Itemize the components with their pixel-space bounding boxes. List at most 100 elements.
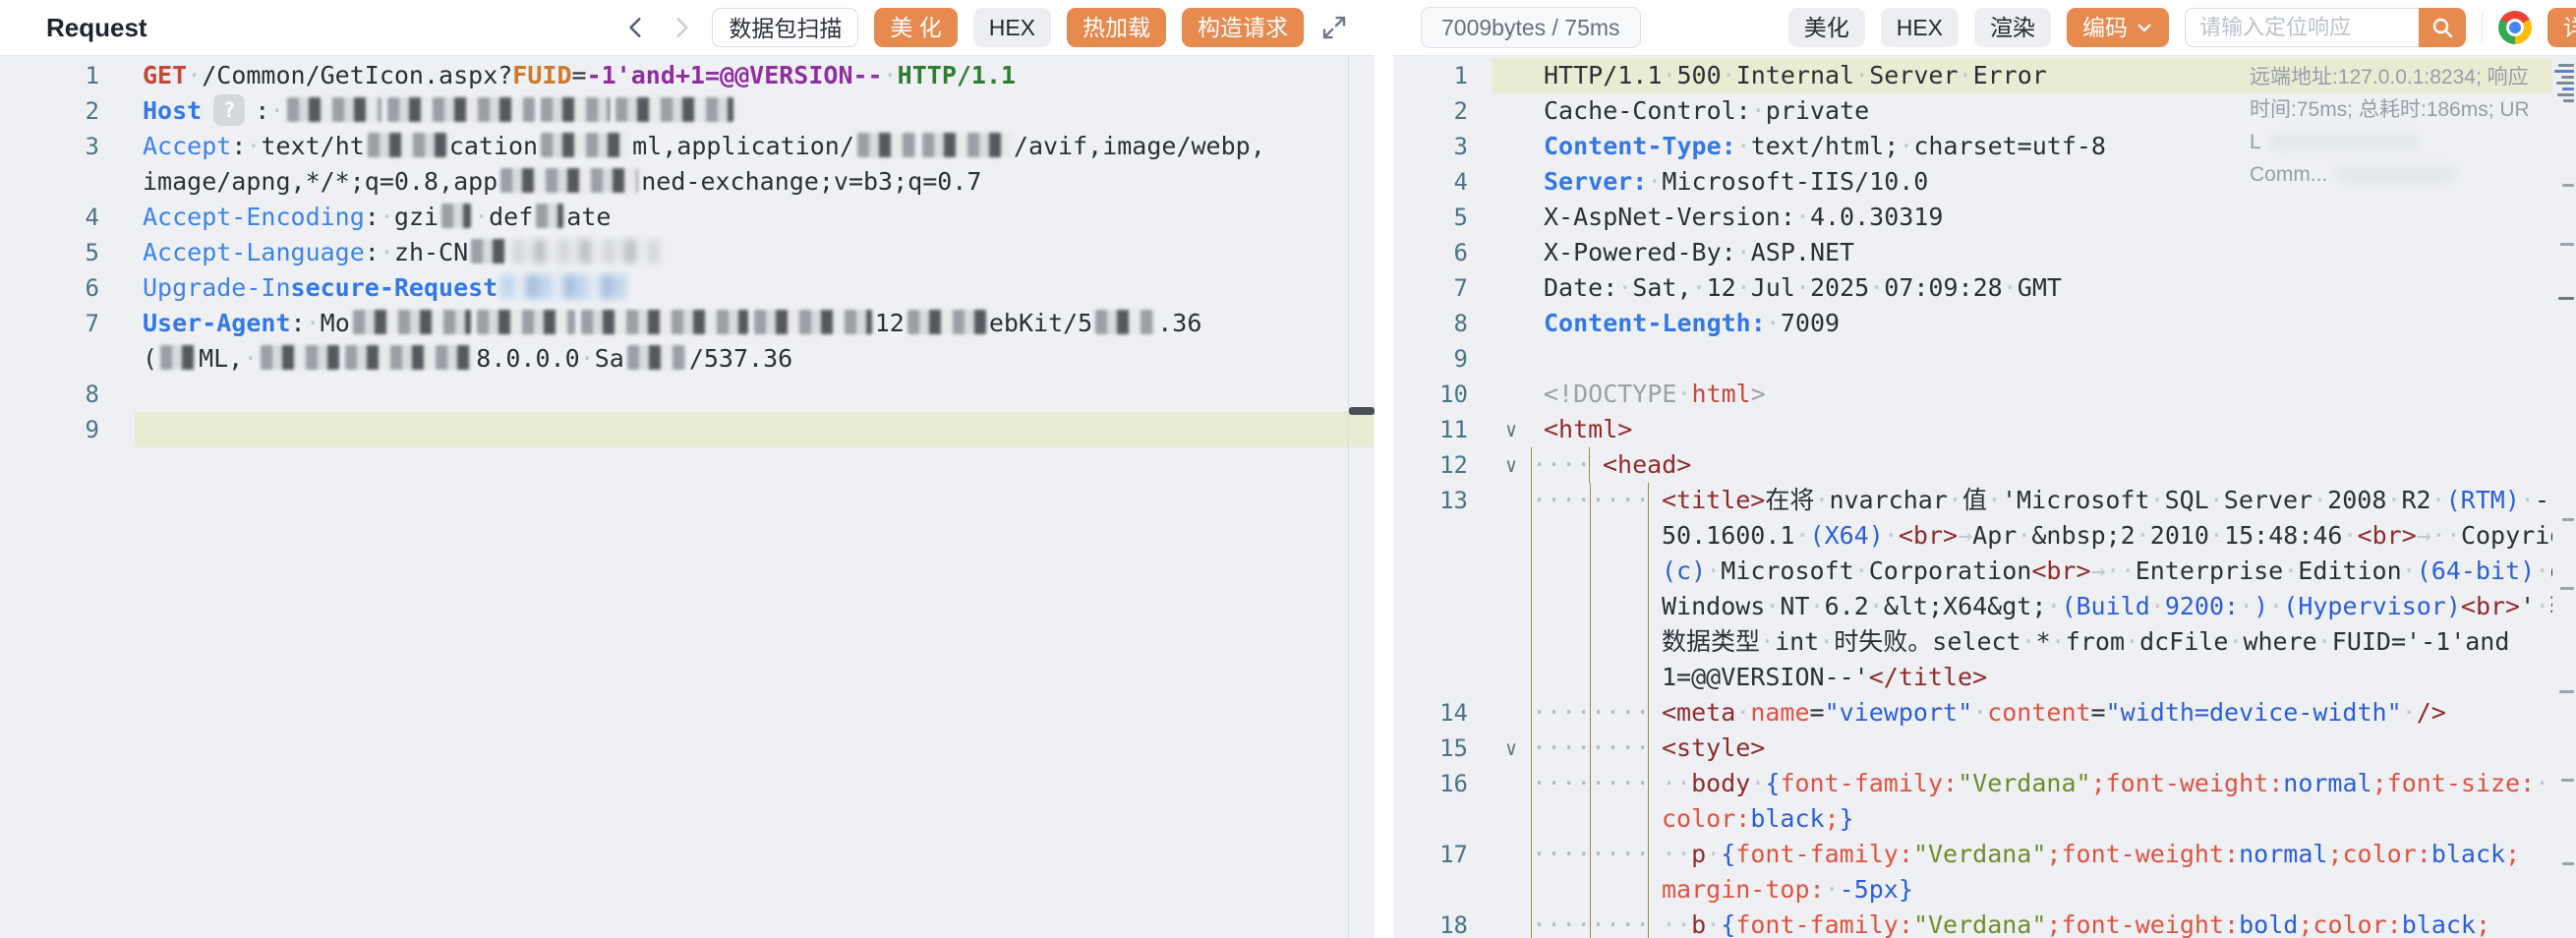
detail-button[interactable]: 详 xyxy=(2547,8,2576,47)
token: private xyxy=(1766,96,1869,125)
redacted-block xyxy=(500,274,628,299)
token: 500 xyxy=(1676,61,1721,89)
fold-chevron-icon[interactable] xyxy=(1492,731,1531,766)
indent-guide xyxy=(1531,837,1590,908)
code-text: <meta·name="viewport"·content="width=dev… xyxy=(1649,695,2576,731)
search-button[interactable] xyxy=(2419,8,2466,47)
token: · xyxy=(2535,557,2549,585)
code-line-4[interactable]: 4Server:·Microsoft-IIS/10.0 xyxy=(1393,164,2576,200)
history-prev-icon[interactable] xyxy=(621,13,651,42)
render-button[interactable]: 渲染 xyxy=(1974,8,2051,47)
token: : xyxy=(1735,804,1750,833)
code-line-13[interactable]: 13<title>在将·nvarchar·值·'Microsoft·SQL·Se… xyxy=(1393,483,2576,695)
token: Internal xyxy=(1736,61,1854,89)
code-line-2[interactable]: 2Host?:· xyxy=(0,93,1375,129)
code-line-3[interactable]: 3Content-Type:·text/html;·charset=utf-8 xyxy=(1393,129,2576,164)
code-line-7[interactable]: 7User-Agent:·Mo12ebKit/5.36(ML,·8.0.0.0·… xyxy=(0,306,1375,377)
packet-scan-button[interactable]: 数据包扫描 xyxy=(712,8,858,47)
code-line-14[interactable]: 14 <meta·name="viewport"·content="width=d… xyxy=(1393,695,2576,731)
code-line-8[interactable]: 8 xyxy=(0,377,1375,412)
token: ' xyxy=(2520,592,2535,620)
indent-guide xyxy=(1590,766,1649,837)
request-title: Request xyxy=(46,13,147,43)
code-line-8[interactable]: 8Content-Length:·7009 xyxy=(1393,306,2576,341)
hex-request-button[interactable]: HEX xyxy=(973,8,1051,47)
token: body xyxy=(1691,769,1750,797)
code-line-5[interactable]: 5Accept-Language:·zh-CN xyxy=(0,235,1375,270)
indent-guide xyxy=(1531,483,1590,695)
indent-guide xyxy=(1590,695,1649,731)
code-text: Host?:· xyxy=(135,93,1375,129)
token: · xyxy=(1706,840,1721,868)
code-line-5[interactable]: 5X-AspNet-Version:·4.0.30319 xyxy=(1393,200,2576,235)
chrome-browser-icon[interactable] xyxy=(2498,11,2532,44)
minimap[interactable] xyxy=(2552,56,2576,938)
code-line-4[interactable]: 4Accept-Encoding:·gzi·defate xyxy=(0,200,1375,235)
code-line-10[interactable]: 10<!DOCTYPE·html> xyxy=(1393,377,2576,412)
code-line-17[interactable]: 17··p·{font-family:"Verdana";font-weight… xyxy=(1393,837,2576,908)
token: Content-Type: xyxy=(1544,132,1736,160)
code-line-6[interactable]: 6X-Powered-By:·ASP.NET xyxy=(1393,235,2576,270)
line-number: 6 xyxy=(1393,235,1492,270)
response-search-input[interactable] xyxy=(2185,8,2419,47)
token: Accept xyxy=(143,132,231,160)
code-line-18[interactable]: 18··b·{font-family:"Verdana";font-weight… xyxy=(1393,908,2576,938)
encode-dropdown-button[interactable]: 编码 xyxy=(2067,8,2169,47)
code-line-16[interactable]: 16··body·{font-family:"Verdana";font-wei… xyxy=(1393,766,2576,837)
token: Mo xyxy=(321,309,350,337)
code-line-2[interactable]: 2Cache-Control:·private xyxy=(1393,93,2576,129)
request-scrollbar-thumb[interactable] xyxy=(1349,407,1375,415)
beautify-request-button[interactable]: 美 化 xyxy=(874,8,957,47)
token: bold xyxy=(2239,910,2298,938)
token: name xyxy=(1750,698,1809,727)
hex-response-button[interactable]: HEX xyxy=(1881,8,1959,47)
token: dcFile xyxy=(2139,627,2228,656)
token: Microsoft-IIS/10.0 xyxy=(1662,167,1928,196)
code-line-7[interactable]: 7Date:·Sat,·12·Jul·2025·07:09:28·GMT xyxy=(1393,270,2576,306)
redacted-block xyxy=(907,310,986,334)
construct-request-button[interactable]: 构造请求 xyxy=(1182,8,1304,47)
token: · xyxy=(2535,592,2549,620)
token: · xyxy=(2136,521,2150,550)
app-window: Request 数据包扫描 美 化 HEX 热加载 构造请求 7009bytes… xyxy=(0,0,2576,938)
code-line-15[interactable]: 15<style> xyxy=(1393,731,2576,766)
line-number: 14 xyxy=(1393,695,1492,731)
code-line-9[interactable]: 9 xyxy=(1393,341,2576,377)
code-line-11[interactable]: 11<html> xyxy=(1393,412,2576,447)
fold-chevron-icon[interactable] xyxy=(1492,412,1531,447)
code-line-1[interactable]: 1HTTP/1.1·500·Internal·Server·Error xyxy=(1393,58,2576,93)
token: where xyxy=(2243,627,2316,656)
token: R2 xyxy=(2401,486,2430,514)
token: ML, xyxy=(199,344,243,373)
code-line-9[interactable]: 9 xyxy=(0,412,1375,447)
redacted-block xyxy=(581,310,748,334)
token: 07:09:28 xyxy=(1884,273,2002,302)
token: · xyxy=(2431,486,2446,514)
history-next-icon[interactable] xyxy=(667,13,696,42)
token: · xyxy=(1706,910,1721,938)
code-line-12[interactable]: 12<head> xyxy=(1393,447,2576,483)
token: (64-bit) xyxy=(2417,557,2535,585)
request-editor[interactable]: 1GET·/Common/GetIcon.aspx?FUID=-1'and+1=… xyxy=(0,56,1375,938)
code-line-1[interactable]: 1GET·/Common/GetIcon.aspx?FUID=-1'and+1=… xyxy=(0,58,1375,93)
token: · xyxy=(1735,698,1750,727)
token: · xyxy=(380,238,394,266)
fullscreen-expand-icon[interactable] xyxy=(1319,13,1349,42)
beautify-response-button[interactable]: 美化 xyxy=(1788,8,1865,47)
token: · xyxy=(1869,592,1884,620)
minimap-mark xyxy=(2558,64,2574,67)
token: <head> xyxy=(1603,450,1691,479)
line-number: 5 xyxy=(1393,200,1492,235)
token: 12 xyxy=(1707,273,1736,302)
code-line-3[interactable]: 3Accept:·text/htcationml,application//av… xyxy=(0,129,1375,200)
token: <title> xyxy=(1662,486,1765,514)
response-editor[interactable]: 1HTTP/1.1·500·Internal·Server·Error2Cach… xyxy=(1393,56,2576,938)
hot-reload-button[interactable]: 热加载 xyxy=(1067,8,1166,47)
token: <br> xyxy=(2358,521,2417,550)
redacted-block xyxy=(345,345,473,370)
token: · xyxy=(269,96,284,125)
token: · xyxy=(1736,273,1751,302)
token: X-Powered-By: xyxy=(1544,238,1736,266)
fold-chevron-icon[interactable] xyxy=(1492,447,1531,483)
code-line-6[interactable]: 6Upgrade-Insecure-Request xyxy=(0,270,1375,306)
